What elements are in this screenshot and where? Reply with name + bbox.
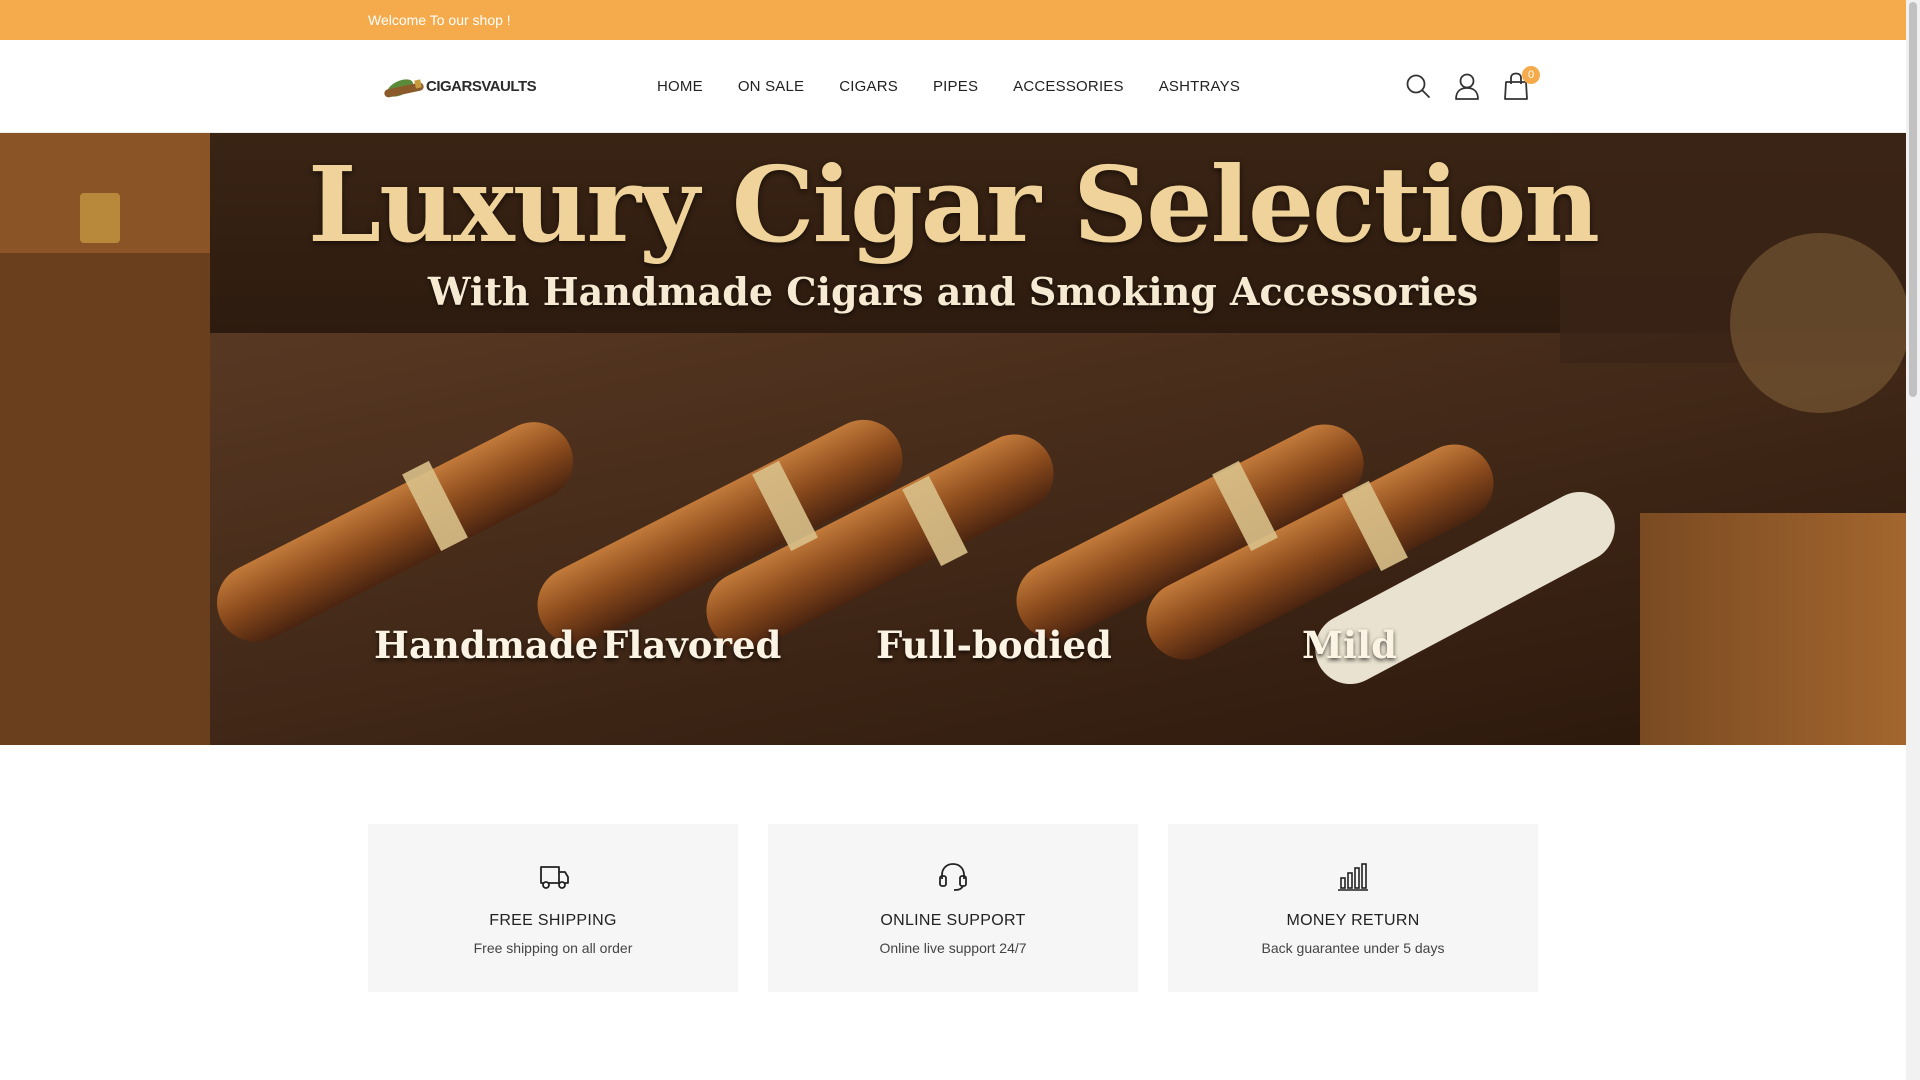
welcome-text: Welcome To our shop !: [368, 12, 511, 28]
cart-count-badge: 0: [1522, 66, 1540, 84]
feature-title: MONEY RETURN: [1286, 912, 1420, 929]
feature-desc: Online live support 24/7: [879, 940, 1027, 956]
user-icon: [1455, 73, 1479, 100]
truck-icon: [540, 866, 569, 889]
hero-banner[interactable]: Luxury Cigar Selection With Handmade Cig…: [0, 133, 1906, 745]
top-bar: Welcome To our shop !: [0, 0, 1906, 40]
account-button[interactable]: [1453, 70, 1481, 102]
hero-title: Luxury Cigar Selection: [308, 143, 1600, 266]
site-header: CIGARSVAULTS HOME ON SALE CIGARS PIPES A…: [0, 40, 1906, 133]
nav-pipes[interactable]: PIPES: [933, 78, 978, 95]
hero-category-full-bodied: Full-bodied: [876, 623, 1112, 667]
hero-category-handmade: Handmade: [374, 623, 599, 667]
features-row: FREE SHIPPING Free shipping on all order…: [368, 824, 1538, 992]
feature-online-support: ONLINE SUPPORT Online live support 24/7: [768, 824, 1138, 992]
nav-accessories[interactable]: ACCESSORIES: [1013, 78, 1124, 95]
feature-money-return: MONEY RETURN Back guarantee under 5 days: [1168, 824, 1538, 992]
search-icon: [1406, 74, 1430, 98]
hero-category-mild: Mild: [1302, 623, 1397, 667]
feature-desc: Free shipping on all order: [473, 940, 633, 956]
hero-subtitle: With Handmade Cigars and Smoking Accesso…: [427, 269, 1479, 314]
headset-icon: [939, 863, 967, 891]
page: Welcome To our shop ! CIGARSVAULTS HOME …: [0, 0, 1920, 1080]
search-button[interactable]: [1404, 70, 1432, 102]
bar-chart-icon: [1338, 863, 1368, 891]
cart-button[interactable]: 0: [1502, 66, 1540, 102]
feature-desc: Back guarantee under 5 days: [1261, 940, 1445, 956]
site-logo[interactable]: CIGARSVAULTS: [380, 68, 537, 108]
feature-title: ONLINE SUPPORT: [880, 912, 1026, 929]
nav-home[interactable]: HOME: [657, 78, 703, 95]
hero-category-flavored: Flavored: [602, 623, 782, 667]
nav-on-sale[interactable]: ON SALE: [738, 78, 804, 95]
page-scrollbar[interactable]: [1906, 0, 1920, 1080]
nav-ashtrays[interactable]: ASHTRAYS: [1159, 78, 1240, 95]
feature-title: FREE SHIPPING: [489, 912, 617, 929]
feature-free-shipping: FREE SHIPPING Free shipping on all order: [368, 824, 738, 992]
header-icons: 0: [1404, 66, 1540, 102]
nav-cigars[interactable]: CIGARS: [839, 78, 898, 95]
main-nav: HOME ON SALE CIGARS PIPES ACCESSORIES AS…: [657, 78, 1240, 95]
scrollbar-thumb[interactable]: [1909, 2, 1917, 397]
logo-text: CIGARSVAULTS: [426, 78, 537, 95]
